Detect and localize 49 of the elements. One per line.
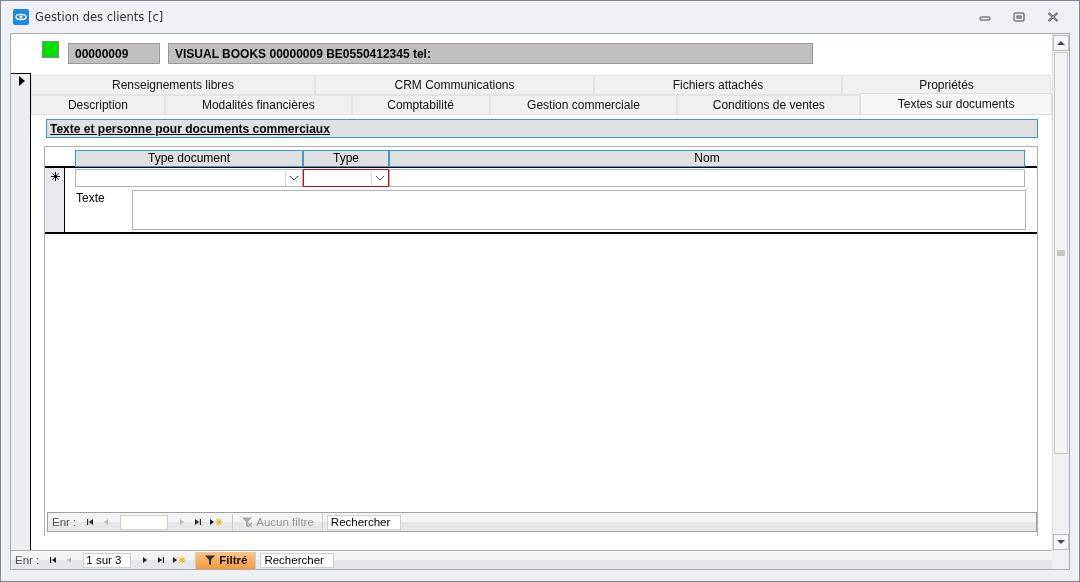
tab[interactable]: Fichiers attachés xyxy=(594,75,842,95)
new-record-icon[interactable] xyxy=(209,517,224,527)
tab[interactable]: CRM Communications xyxy=(315,75,594,95)
column-header: Nom xyxy=(389,150,1025,167)
new-record-icon xyxy=(51,172,60,181)
scroll-down-icon[interactable] xyxy=(1053,534,1069,550)
first-record-icon[interactable] xyxy=(85,517,96,527)
record-label: Enr : xyxy=(52,516,77,528)
close-icon[interactable] xyxy=(1047,11,1059,23)
scroll-thumb[interactable] xyxy=(1054,52,1068,454)
tab[interactable]: Textes sur documents xyxy=(860,93,1052,115)
new-record-icon[interactable] xyxy=(172,555,187,565)
first-record-icon[interactable] xyxy=(48,555,59,565)
filter-button[interactable]: Filtré xyxy=(195,551,257,569)
tab[interactable]: Renseignements libres xyxy=(31,75,315,95)
record-number-field[interactable] xyxy=(120,514,169,530)
funnel-icon xyxy=(204,554,217,566)
text-label: Texte xyxy=(75,190,106,207)
scroll-up-icon[interactable] xyxy=(1053,35,1069,51)
search-field[interactable]: Rechercher xyxy=(326,514,401,530)
grip-icon xyxy=(1057,250,1065,256)
tab[interactable]: Gestion commerciale xyxy=(489,95,678,115)
name-field[interactable] xyxy=(389,169,1025,187)
app-icon xyxy=(13,9,29,25)
vertical-scrollbar[interactable] xyxy=(1052,34,1069,551)
column-header: Type xyxy=(303,150,389,167)
client-name-field: VISUAL BOOKS 00000009 BE0550412345 tel: xyxy=(168,43,813,64)
chevron-down-icon xyxy=(375,175,385,181)
last-record-icon[interactable] xyxy=(156,555,167,565)
tab[interactable]: Propriétés xyxy=(842,75,1051,95)
section-title: Texte et personne pour documents commerciaux xyxy=(46,119,1038,138)
record-label: Enr : xyxy=(15,554,40,566)
current-record-icon xyxy=(18,76,26,86)
column-header: Type document xyxy=(75,150,303,167)
restore-icon[interactable] xyxy=(1013,11,1025,23)
type-dropdown[interactable] xyxy=(303,169,389,187)
search-field[interactable]: Rechercher xyxy=(260,552,335,568)
client-code-field: 00000009 xyxy=(68,43,160,64)
tab[interactable]: Modalités financières xyxy=(164,95,352,115)
last-record-icon[interactable] xyxy=(193,517,204,527)
window-title: Gestion des clients [c] xyxy=(35,10,164,24)
funnel-icon xyxy=(241,516,254,528)
tab[interactable]: Conditions de ventes xyxy=(677,95,861,115)
status-indicator xyxy=(42,41,59,58)
record-number-field[interactable]: 1 sur 3 xyxy=(83,552,132,568)
tab[interactable]: Comptabilité xyxy=(351,95,490,115)
tab[interactable]: Description xyxy=(31,95,165,115)
record-selector[interactable] xyxy=(11,73,31,550)
chevron-down-icon xyxy=(289,175,299,181)
